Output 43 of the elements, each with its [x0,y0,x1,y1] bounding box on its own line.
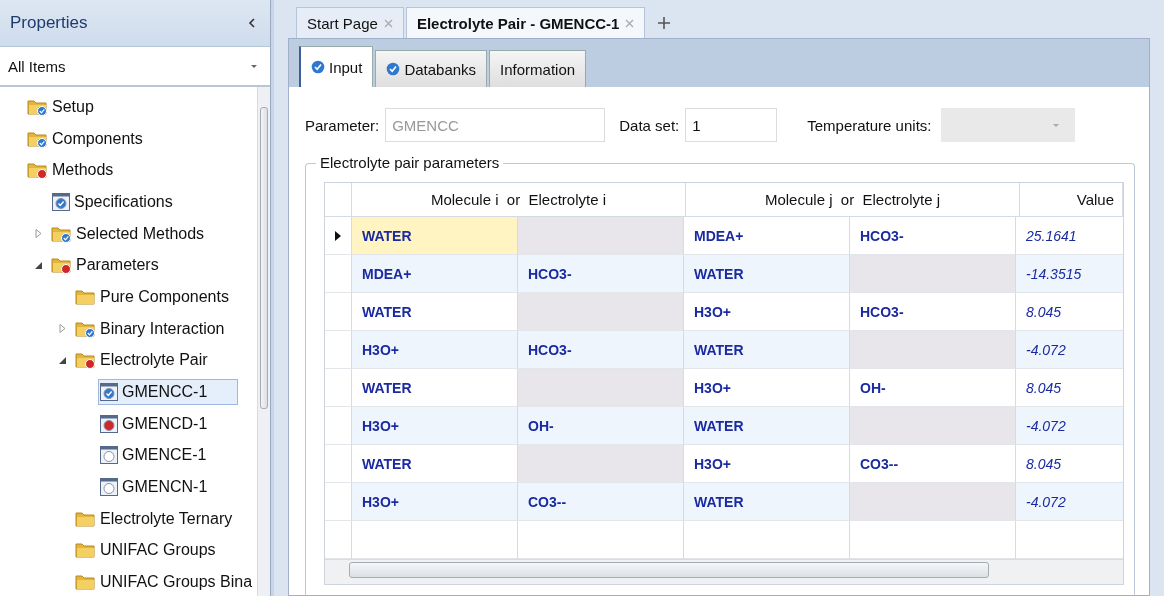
expand-triangle-icon[interactable] [58,324,67,334]
expand-triangle-icon[interactable] [34,229,43,239]
row-selector[interactable] [325,217,352,255]
tree-item[interactable]: Parameters [50,253,164,278]
tree-item[interactable]: UNIFAC Groups Bina [74,570,258,595]
form-tab[interactable]: Databanks [375,50,488,87]
data-set-field[interactable]: 1 [685,108,778,142]
tree-item[interactable]: GMENCD-1 [98,410,213,437]
field-label: Data set: [619,116,680,134]
tree-item[interactable]: Components [26,126,148,151]
collapse-triangle-icon[interactable] [58,355,67,365]
collapse-icon[interactable] [248,18,256,28]
table-cell[interactable]: WATER [352,217,518,255]
tree-item[interactable]: GMENCE-1 [98,442,212,469]
form-tab[interactable]: Input [299,46,374,87]
close-icon[interactable] [625,18,635,28]
document-tab[interactable]: Start Page [296,7,404,38]
field-label: Parameter: [305,116,380,134]
dropdown-arrow-icon [1052,122,1061,128]
current-row-icon [335,230,341,241]
tree-item[interactable]: Pure Components [74,284,234,309]
tree-item[interactable]: GMENCC-1 [98,379,239,406]
tree-item[interactable]: GMENCN-1 [98,474,213,501]
tree-item[interactable]: Methods [26,158,119,183]
dropdown-arrow-icon [250,63,258,69]
vertical-scrollbar[interactable] [257,87,270,596]
tree-item[interactable]: UNIFAC Groups [74,538,221,563]
tree-item[interactable]: Electrolyte Ternary [74,506,238,531]
tree-item[interactable]: Binary Interaction [74,316,230,341]
tree-item[interactable]: Selected Methods [50,221,210,246]
tree-item[interactable]: Specifications [50,188,178,215]
collapse-triangle-icon[interactable] [34,260,43,270]
close-icon[interactable] [383,18,393,28]
add-tab-icon[interactable] [657,16,672,30]
group-title: Electrolyte pair parameters [316,154,504,171]
panel-title: Properties [10,13,88,33]
tree-item[interactable]: Setup [26,94,99,119]
tree-item[interactable]: Electrolyte Pair [74,348,213,373]
filter-dropdown[interactable]: All Items [0,46,270,87]
form-tab[interactable]: Information [489,50,587,87]
document-tab[interactable]: Electrolyte Pair - GMENCC-1 [405,7,646,38]
field-label: Temperature units: [807,116,932,134]
horizontal-scrollbar[interactable] [325,559,1123,584]
